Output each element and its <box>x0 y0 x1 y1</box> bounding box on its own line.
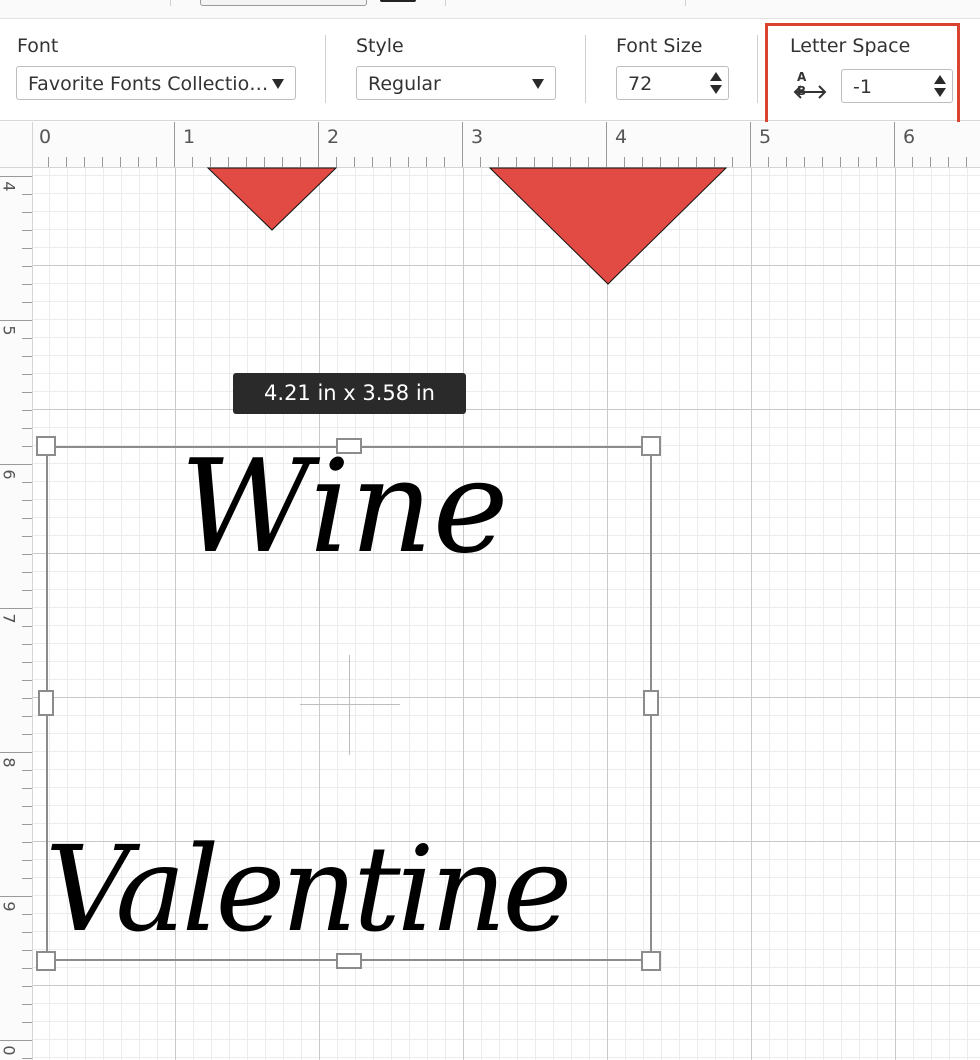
top-strip-divider <box>685 0 686 6</box>
font-select-value: Favorite Fonts Collectio… <box>28 73 269 95</box>
font-size-value: 72 <box>628 73 653 95</box>
top-toolbar-strip <box>0 0 980 19</box>
chevron-down-icon <box>272 79 284 89</box>
ruler-number: 4 <box>615 126 628 148</box>
ruler-number: 2 <box>327 126 340 148</box>
text-wine[interactable]: Wine <box>180 444 508 572</box>
text-valentine[interactable]: Valentine <box>45 830 572 948</box>
ruler-number: 7 <box>0 613 19 624</box>
ruler-number: 3 <box>471 126 484 148</box>
ruler-corner <box>0 122 33 168</box>
ruler-number: 9 <box>0 901 19 912</box>
style-select[interactable]: Regular <box>356 66 556 100</box>
horizontal-ruler: 0 1 2 3 4 5 6 <box>32 122 980 168</box>
design-canvas[interactable]: 0 1 2 3 4 5 6 4 5 6 7 8 9 0 4.21 in x 3.… <box>0 122 980 1060</box>
ruler-number: 0 <box>0 1045 19 1056</box>
large-triangle-shape[interactable] <box>488 166 728 286</box>
resize-handle-top-right[interactable] <box>641 436 661 456</box>
resize-handle-top-left[interactable] <box>36 436 56 456</box>
toolbar-divider <box>757 35 758 103</box>
size-tooltip: 4.21 in x 3.58 in <box>233 373 466 414</box>
style-label: Style <box>356 35 404 57</box>
resize-handle-right[interactable] <box>643 690 659 716</box>
increment-arrow-icon[interactable] <box>710 72 722 81</box>
font-select[interactable]: Favorite Fonts Collectio… <box>16 66 296 100</box>
ruler-number: 5 <box>0 325 19 336</box>
resize-handle-left[interactable] <box>38 690 54 716</box>
font-size-label: Font Size <box>616 35 703 57</box>
toolbar-divider <box>325 35 326 103</box>
chevron-down-icon <box>532 79 544 89</box>
small-triangle-shape[interactable] <box>205 166 340 232</box>
top-strip-field[interactable] <box>200 0 367 6</box>
ruler-number: 8 <box>0 757 19 768</box>
ruler-number: 6 <box>0 469 19 480</box>
center-crosshair <box>349 655 350 755</box>
font-size-stepper[interactable]: 72 <box>616 66 729 100</box>
decrement-arrow-icon[interactable] <box>710 85 722 94</box>
toolbar-divider <box>585 35 586 103</box>
ruler-number: 5 <box>759 126 772 148</box>
horizontal-ruler-ticks <box>48 122 967 167</box>
style-select-value: Regular <box>368 73 441 95</box>
ruler-number: 6 <box>903 126 916 148</box>
top-strip-divider <box>445 0 446 6</box>
resize-handle-bottom-right[interactable] <box>641 951 661 971</box>
ruler-number: 1 <box>183 126 196 148</box>
vertical-ruler: 4 5 6 7 8 9 0 <box>0 122 33 1060</box>
center-crosshair <box>300 704 400 705</box>
top-strip-divider <box>170 0 171 6</box>
font-label: Font <box>17 35 59 57</box>
ruler-number: 4 <box>0 181 19 192</box>
top-strip-color-swatch[interactable] <box>380 0 416 2</box>
vertical-ruler-ticks <box>0 122 32 1059</box>
letter-space-highlight <box>765 23 960 125</box>
ruler-number: 0 <box>39 126 52 148</box>
stepper-arrows[interactable] <box>704 67 728 99</box>
